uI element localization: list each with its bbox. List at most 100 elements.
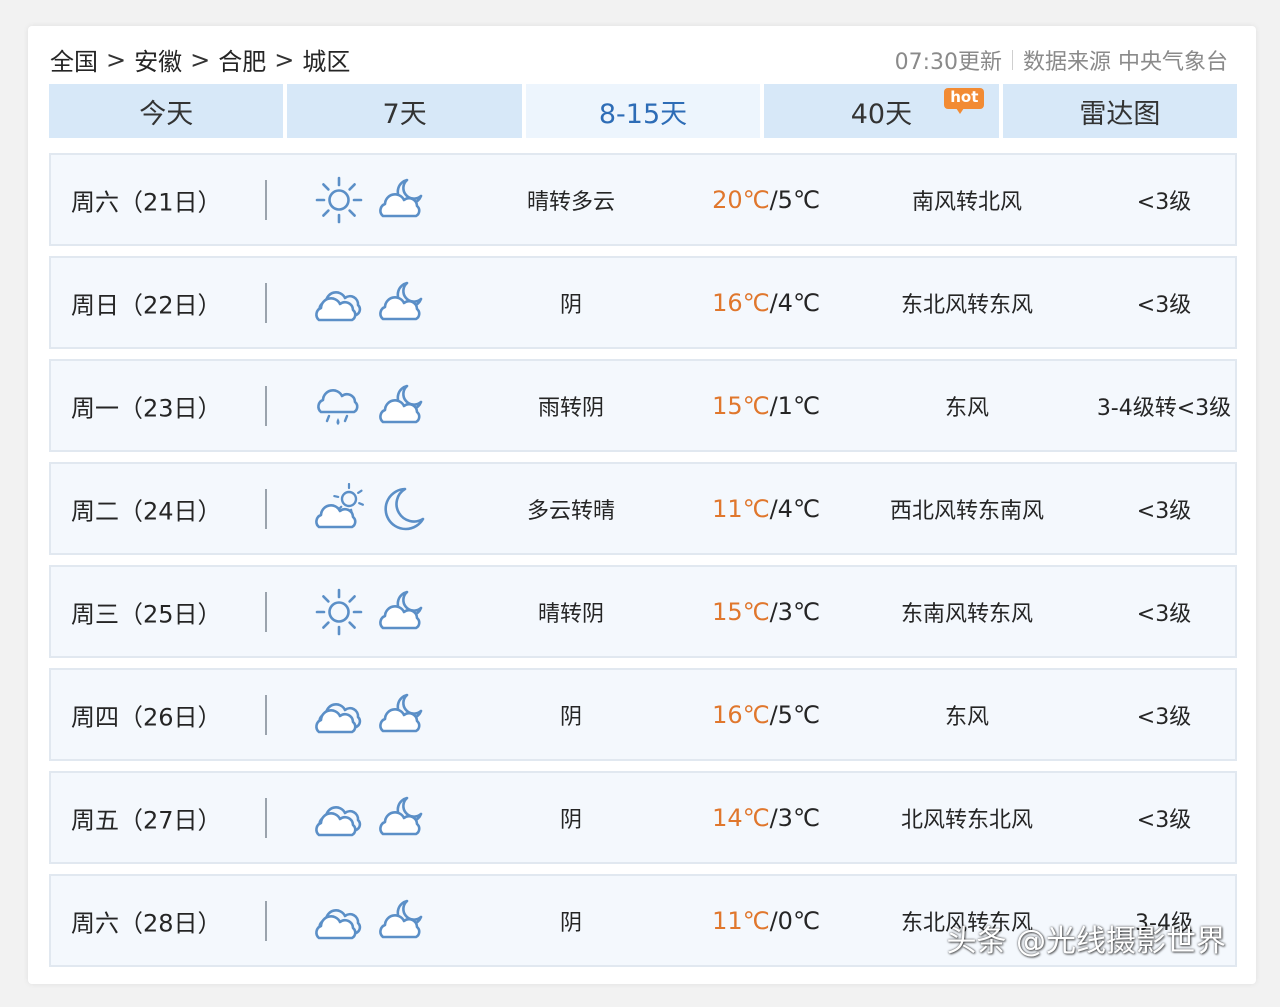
day-date: 周五（27日）: [71, 806, 222, 834]
temperature: 14℃/3℃: [691, 804, 841, 832]
breadcrumb-city[interactable]: 合肥: [218, 42, 266, 77]
divider: [265, 591, 267, 632]
high-temp: 15℃: [712, 597, 770, 626]
weather-description: 阴: [559, 807, 582, 833]
forecast-row: 周四（26日） 阴 16℃/5℃ 东风 <3级: [49, 668, 1237, 761]
tab-label: 雷达图: [1079, 98, 1161, 130]
weather-description: 晴转多云: [526, 189, 615, 215]
divider: [265, 179, 267, 220]
tab-label: 8-15天: [598, 98, 688, 130]
sun-icon: [315, 176, 363, 223]
wind-level: <3级: [1136, 189, 1192, 215]
low-temp: /5℃: [769, 185, 820, 214]
forecast-row: 周一（23日） 雨转阴 15℃/1℃ 东风 3-4级转<3级: [49, 359, 1237, 452]
divider: [265, 797, 267, 838]
wind-direction: 南风转北风: [911, 189, 1022, 215]
wind-level: <3级: [1136, 807, 1192, 833]
tab-label: 40天: [850, 98, 913, 130]
forecast-row: 周三（25日） 晴转阴 15℃/3℃ 东南风转东风 <3级: [49, 565, 1237, 658]
divider: [265, 694, 267, 735]
temperature: 11℃/4℃: [691, 495, 841, 523]
tab-today[interactable]: 今天: [49, 84, 284, 138]
tab-7-days[interactable]: 7天: [287, 84, 522, 138]
weather-description: 阴: [559, 704, 582, 730]
cloudy-night-icon: [379, 281, 423, 320]
wind-direction: 西北风转东南风: [889, 498, 1044, 524]
temperature: 15℃/3℃: [691, 598, 841, 626]
cloudy-night-icon: [379, 178, 423, 217]
update-time: 07:30更新: [894, 50, 1002, 75]
temperature: 16℃/4℃: [691, 289, 841, 317]
low-temp: /4℃: [769, 288, 820, 317]
breadcrumb-district: 城区: [302, 48, 351, 76]
day-date: 周一（23日）: [71, 394, 222, 422]
overcast-icon: [315, 805, 362, 836]
high-temp: 15℃: [712, 391, 770, 420]
day-date: 周三（25日）: [71, 600, 222, 628]
overcast-icon: [315, 908, 362, 939]
wind-direction: 东风: [944, 395, 989, 421]
tab-40-days[interactable]: 40天 hot: [764, 84, 999, 138]
high-temp: 20℃: [712, 185, 770, 214]
cloudy-night-icon: [379, 693, 423, 732]
cloudy-night-icon: [379, 590, 423, 629]
overcast-icon: [315, 290, 362, 321]
wind-level: <3级: [1136, 498, 1192, 524]
watermark: 头条 @光线摄影世界: [946, 924, 1226, 959]
low-temp: /1℃: [769, 391, 820, 420]
divider: [265, 900, 267, 941]
high-temp: 11℃: [712, 494, 770, 523]
tab-label: 7天: [382, 98, 427, 130]
weather-description: 阴: [559, 910, 582, 936]
wind-direction: 东南风转东风: [900, 601, 1033, 627]
divider: [265, 385, 267, 426]
weather-description: 雨转阴: [537, 395, 604, 421]
wind-direction: 东北风转东风: [900, 292, 1033, 318]
forecast-row: 周日（22日） 阴 16℃/4℃ 东北风转东风 <3级: [49, 256, 1237, 349]
sun-icon: [315, 588, 363, 635]
forecast-tabs: 今天 7天 8-15天 40天 hot 雷达图: [49, 84, 1238, 138]
wind-level: <3级: [1136, 292, 1192, 318]
temperature: 11℃/0℃: [691, 907, 841, 935]
forecast-row: 周五（27日） 阴 14℃/3℃ 北风转东北风 <3级: [49, 771, 1237, 864]
temperature: 15℃/1℃: [691, 392, 841, 420]
weather-description: 阴: [559, 292, 582, 318]
low-temp: /3℃: [769, 803, 820, 832]
high-temp: 16℃: [712, 288, 770, 317]
high-temp: 14℃: [712, 803, 770, 832]
partly-cloudy-icon: [315, 482, 365, 528]
breadcrumb-national[interactable]: 全国: [50, 42, 98, 77]
high-temp: 16℃: [712, 700, 770, 729]
hot-badge: hot: [944, 88, 985, 114]
breadcrumb-separator: >: [190, 45, 211, 74]
low-temp: /5℃: [769, 700, 820, 729]
cloudy-night-icon: [379, 899, 423, 938]
temperature: 16℃/5℃: [691, 701, 841, 729]
low-temp: /3℃: [769, 597, 820, 626]
day-date: 周六（21日）: [71, 188, 222, 216]
cloudy-night-icon: [379, 384, 423, 423]
wind-level: <3级: [1136, 601, 1192, 627]
tab-label: 今天: [139, 98, 194, 130]
divider: [265, 488, 267, 529]
divider: [1012, 50, 1013, 70]
cloudy-night-icon: [379, 796, 423, 835]
breadcrumb-separator: >: [274, 45, 295, 74]
wind-level: 3-4级转<3级: [1096, 395, 1232, 421]
wind-direction: 东风: [944, 704, 989, 730]
breadcrumb: 全国 > 安徽 > 合肥 > 城区: [50, 42, 350, 77]
day-date: 周六（28日）: [71, 909, 222, 937]
wind-direction: 北风转东北风: [900, 807, 1033, 833]
tab-8-15-days[interactable]: 8-15天: [525, 84, 761, 138]
tab-radar[interactable]: 雷达图: [1002, 84, 1238, 138]
weather-description: 晴转阴: [537, 601, 604, 627]
breadcrumb-province[interactable]: 安徽: [134, 42, 182, 77]
low-temp: /0℃: [769, 906, 820, 935]
day-date: 周四（26日）: [71, 703, 222, 731]
wind-level: <3级: [1136, 704, 1192, 730]
rain-icon: [317, 388, 359, 425]
day-date: 周日（22日）: [71, 291, 222, 319]
breadcrumb-separator: >: [106, 45, 127, 74]
moon-icon: [384, 487, 425, 530]
divider: [265, 282, 267, 323]
